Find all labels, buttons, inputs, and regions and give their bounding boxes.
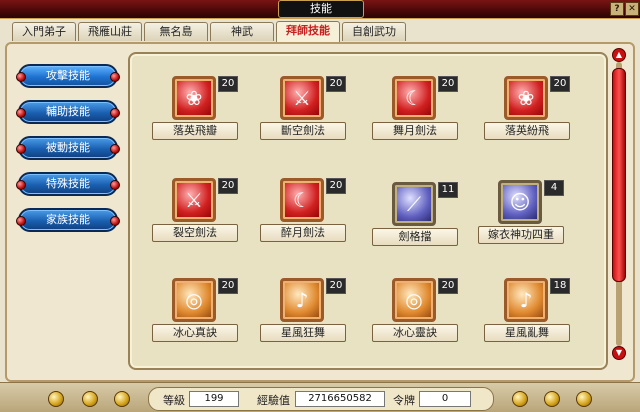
orb-icon [512, 391, 528, 407]
skill-slot[interactable]: ❀ 20 落英紛飛 [484, 76, 574, 148]
skills-window: 技能 ? ✕ 入門弟子 飛雁山莊 無名島 神武 拜師技能 自創武功 攻擊技能 輔… [0, 0, 640, 412]
skill-name: 裂空劍法 [152, 224, 238, 242]
skill-slot[interactable]: ⟋ 11 劍格擋 [372, 182, 462, 254]
orb-icon [48, 391, 64, 407]
gem-icon [16, 108, 26, 118]
skill-level: 20 [326, 278, 346, 294]
skill-name: 星風亂舞 [484, 324, 570, 342]
sword-block-icon: ⟋ [392, 182, 436, 226]
level-label: 等級 [163, 394, 185, 407]
moon-sword-icon: ☾ [392, 76, 436, 120]
tab-shenwu[interactable]: 神武 [210, 22, 274, 41]
skill-slot[interactable]: ☺ 4 嫁衣神功四重 [478, 180, 568, 252]
title-bar: 技能 ? ✕ [0, 0, 640, 19]
skill-level: 20 [326, 178, 346, 194]
skill-name: 劍格擋 [372, 228, 458, 246]
gem-icon [110, 144, 120, 154]
nav-label: 家族技能 [46, 213, 90, 226]
gem-icon [16, 144, 26, 154]
skill-slot[interactable]: ⚔ 20 裂空劍法 [152, 178, 242, 250]
exp-value: 2716650582 [295, 391, 385, 407]
skill-slot[interactable]: ◎ 20 冰心真訣 [152, 278, 242, 350]
gem-icon [16, 72, 26, 82]
gem-icon [110, 72, 120, 82]
orb-icon [114, 391, 130, 407]
skill-slot[interactable]: ☾ 20 醉月劍法 [260, 178, 350, 250]
nav-label: 攻擊技能 [46, 69, 90, 82]
meditation-icon: ☺ [498, 180, 542, 224]
skill-slot[interactable]: ♪ 20 星風狂舞 [260, 278, 350, 350]
nav-label: 特殊技能 [46, 177, 90, 190]
nav-special-skills[interactable]: 特殊技能 [16, 172, 120, 196]
window-title: 技能 [278, 0, 364, 18]
skill-level: 20 [438, 278, 458, 294]
gem-icon [16, 216, 26, 226]
skill-slot[interactable]: ☾ 20 舞月劍法 [372, 76, 462, 148]
skill-level: 20 [550, 76, 570, 92]
skill-level: 20 [218, 76, 238, 92]
skill-name: 落英紛飛 [484, 122, 570, 140]
tab-master-skills[interactable]: 拜師技能 [276, 21, 340, 42]
skill-slot[interactable]: ❀ 20 落英飛瓣 [152, 76, 242, 148]
exp-label: 經驗值 [257, 394, 290, 407]
orb-icon [544, 391, 560, 407]
nav-attack-skills[interactable]: 攻擊技能 [16, 64, 120, 88]
petals-icon: ❀ [504, 76, 548, 120]
skill-level: 20 [218, 178, 238, 194]
skill-level: 20 [218, 278, 238, 294]
tab-feiyan[interactable]: 飛雁山莊 [78, 22, 142, 41]
moon-sword-icon: ☾ [280, 178, 324, 222]
mirror-icon: ◎ [392, 278, 436, 322]
help-button[interactable]: ? [610, 2, 624, 16]
skill-name: 斷空劍法 [260, 122, 346, 140]
scroll-up-icon[interactable]: ▲ [612, 48, 626, 62]
close-button[interactable]: ✕ [625, 2, 639, 16]
gem-icon [110, 108, 120, 118]
sword-slash-icon: ⚔ [280, 76, 324, 120]
skill-name: 嫁衣神功四重 [478, 226, 564, 244]
token-value: 0 [419, 391, 471, 407]
skill-level: 4 [544, 180, 564, 196]
skill-name: 舞月劍法 [372, 122, 458, 140]
skill-slot[interactable]: ◎ 20 冰心靈訣 [372, 278, 462, 350]
gem-icon [110, 216, 120, 226]
skill-name: 落英飛瓣 [152, 122, 238, 140]
skill-name: 冰心真訣 [152, 324, 238, 342]
dancer-icon: ♪ [280, 278, 324, 322]
dancer-icon: ♪ [504, 278, 548, 322]
orb-icon [576, 391, 592, 407]
skill-name: 醉月劍法 [260, 224, 346, 242]
skill-level: 18 [550, 278, 570, 294]
skill-level: 11 [438, 182, 458, 198]
tab-self-created[interactable]: 自創武功 [342, 22, 406, 41]
skill-slot[interactable]: ⚔ 20 斷空劍法 [260, 76, 350, 148]
nav-label: 被動技能 [46, 141, 90, 154]
skill-name: 星風狂舞 [260, 324, 346, 342]
nav-passive-skills[interactable]: 被動技能 [16, 136, 120, 160]
vertical-scrollbar[interactable]: ▲ ▼ [612, 48, 626, 360]
skill-level: 20 [326, 76, 346, 92]
nav-support-skills[interactable]: 輔助技能 [16, 100, 120, 124]
mirror-icon: ◎ [172, 278, 216, 322]
nav-family-skills[interactable]: 家族技能 [16, 208, 120, 232]
gem-icon [110, 180, 120, 190]
orb-icon [82, 391, 98, 407]
level-value: 199 [189, 391, 239, 407]
petals-icon: ❀ [172, 76, 216, 120]
status-bar: 等級 199 經驗值 2716650582 令牌 0 [0, 382, 640, 412]
nav-label: 輔助技能 [46, 105, 90, 118]
token-label: 令牌 [393, 394, 415, 407]
skill-slot[interactable]: ♪ 18 星風亂舞 [484, 278, 574, 350]
tab-wuming[interactable]: 無名島 [144, 22, 208, 41]
scroll-down-icon[interactable]: ▼ [612, 346, 626, 360]
skill-level: 20 [438, 76, 458, 92]
sword-slash-icon: ⚔ [172, 178, 216, 222]
skill-name: 冰心靈訣 [372, 324, 458, 342]
player-stats: 等級 199 經驗值 2716650582 令牌 0 [148, 387, 494, 411]
gem-icon [16, 180, 26, 190]
tab-beginner[interactable]: 入門弟子 [12, 22, 76, 41]
scroll-thumb[interactable] [612, 68, 626, 282]
